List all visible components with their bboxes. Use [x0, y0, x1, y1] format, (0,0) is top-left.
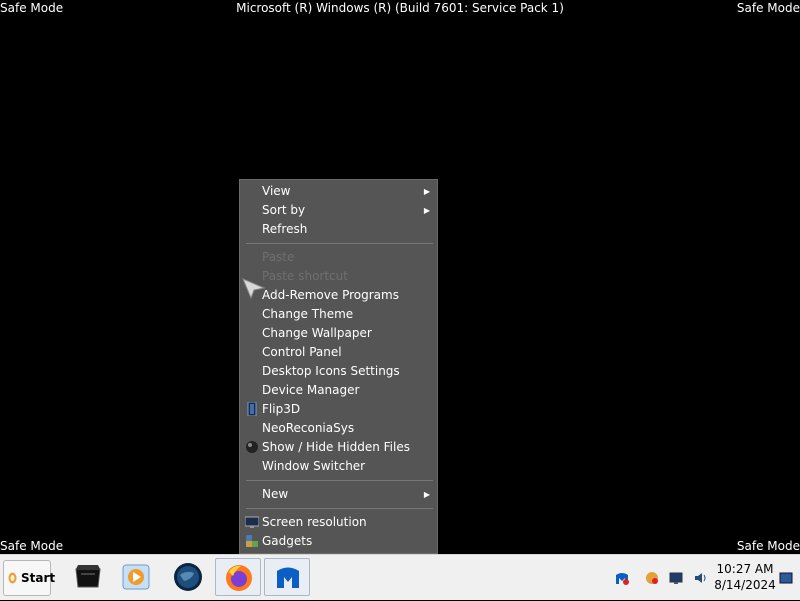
- menu-separator: [246, 508, 433, 509]
- gadgets-icon: [246, 535, 258, 547]
- menu-item-label: Control Panel: [262, 345, 342, 359]
- monitor-icon: [245, 516, 259, 528]
- menu-item-paste: Paste: [240, 248, 437, 267]
- hidden-files-icon: [246, 441, 258, 453]
- taskbar-app-firefox[interactable]: [215, 558, 261, 596]
- menu-item-label: View: [262, 184, 291, 198]
- menu-item-control-panel[interactable]: Control Panel: [240, 343, 437, 362]
- menu-item-change-wallpaper[interactable]: Change Wallpaper: [240, 324, 437, 343]
- menu-item-change-theme[interactable]: Change Theme: [240, 305, 437, 324]
- taskbar-app-media-player[interactable]: [113, 558, 159, 596]
- firefox-icon: [226, 565, 252, 591]
- safe-mode-label-bottom-left: Safe Mode: [0, 539, 64, 553]
- menu-item-label: Screen resolution: [262, 515, 367, 529]
- menu-item-label: Window Switcher: [262, 459, 366, 473]
- menu-item-refresh[interactable]: Refresh: [240, 220, 437, 239]
- menu-item-neoreconiasys[interactable]: NeoReconiaSys: [240, 419, 437, 438]
- security-tray-icon[interactable]: [645, 571, 659, 585]
- hardware-icon: [75, 565, 101, 588]
- start-orb-icon: [8, 572, 17, 584]
- menu-item-view[interactable]: View ▶: [240, 182, 437, 201]
- desktop-context-menu: View ▶ Sort by ▶ Refresh Paste Paste sho…: [239, 179, 438, 554]
- menu-item-label: Refresh: [262, 222, 308, 236]
- menu-item-screen-resolution[interactable]: Screen resolution: [240, 513, 437, 532]
- menu-item-label: Flip3D: [262, 402, 301, 416]
- menu-separator: [246, 480, 433, 481]
- taskbar-app-browser[interactable]: [165, 558, 211, 596]
- menu-item-label: Change Theme: [262, 307, 354, 321]
- menu-item-label: Desktop Icons Settings: [262, 364, 400, 378]
- show-desktop-icon[interactable]: [779, 572, 793, 584]
- mouse-pointer-icon: [242, 278, 266, 300]
- menu-item-window-switcher[interactable]: Window Switcher: [240, 457, 437, 476]
- menu-item-paste-shortcut: Paste shortcut: [240, 267, 437, 286]
- menu-item-show-hide-hidden-files[interactable]: Show / Hide Hidden Files: [240, 438, 437, 457]
- submenu-arrow-icon: ▶: [423, 490, 430, 499]
- globe-icon: [174, 563, 202, 591]
- menu-item-label: Sort by: [262, 203, 306, 217]
- menu-separator: [246, 243, 433, 244]
- menu-item-new[interactable]: New ▶: [240, 485, 437, 504]
- menu-item-label: Show / Hide Hidden Files: [262, 440, 410, 454]
- flip3d-icon: [247, 402, 257, 416]
- taskbar-app-hardware[interactable]: [65, 558, 111, 596]
- menu-item-sort-by[interactable]: Sort by ▶: [240, 201, 437, 220]
- malwarebytes-tray-icon[interactable]: [615, 571, 629, 585]
- menu-item-label: Paste: [262, 250, 295, 264]
- malwarebytes-icon: [277, 567, 299, 588]
- clock[interactable]: 10:27 AM 8/14/2024: [707, 561, 783, 593]
- menu-item-label: New: [262, 487, 289, 501]
- start-label: Start: [21, 571, 56, 585]
- menu-item-device-manager[interactable]: Device Manager: [240, 381, 437, 400]
- submenu-arrow-icon: ▶: [423, 187, 430, 196]
- menu-item-label: Change Wallpaper: [262, 326, 372, 340]
- safe-mode-label-top-right: Safe Mode: [736, 1, 800, 15]
- volume-tray-icon[interactable]: [693, 571, 707, 585]
- submenu-arrow-icon: ▶: [423, 206, 430, 215]
- taskbar-app-malwarebytes[interactable]: [264, 558, 310, 596]
- clock-time: 10:27 AM: [716, 562, 774, 576]
- menu-item-label: NeoReconiaSys: [262, 421, 355, 435]
- media-player-icon: [122, 564, 150, 590]
- menu-item-label: Gadgets: [262, 534, 313, 548]
- menu-item-label: Add-Remove Programs: [262, 288, 399, 302]
- taskbar: Start 10:27 AM 8/14/2024: [0, 554, 800, 600]
- safe-mode-label-bottom-right: Safe Mode: [736, 539, 800, 553]
- menu-item-gadgets[interactable]: Gadgets: [240, 532, 437, 551]
- clock-date: 8/14/2024: [714, 578, 776, 592]
- menu-item-add-remove-programs[interactable]: Add-Remove Programs: [240, 286, 437, 305]
- monitor-tray-icon[interactable]: [669, 571, 683, 585]
- menu-item-label: Device Manager: [262, 383, 360, 397]
- menu-item-label: Paste shortcut: [262, 269, 348, 283]
- windows-build-label: Microsoft (R) Windows (R) (Build 7601: S…: [236, 1, 564, 15]
- menu-item-flip3d[interactable]: Flip3D: [240, 400, 437, 419]
- start-button[interactable]: Start: [3, 560, 55, 596]
- menu-item-desktop-icons-settings[interactable]: Desktop Icons Settings: [240, 362, 437, 381]
